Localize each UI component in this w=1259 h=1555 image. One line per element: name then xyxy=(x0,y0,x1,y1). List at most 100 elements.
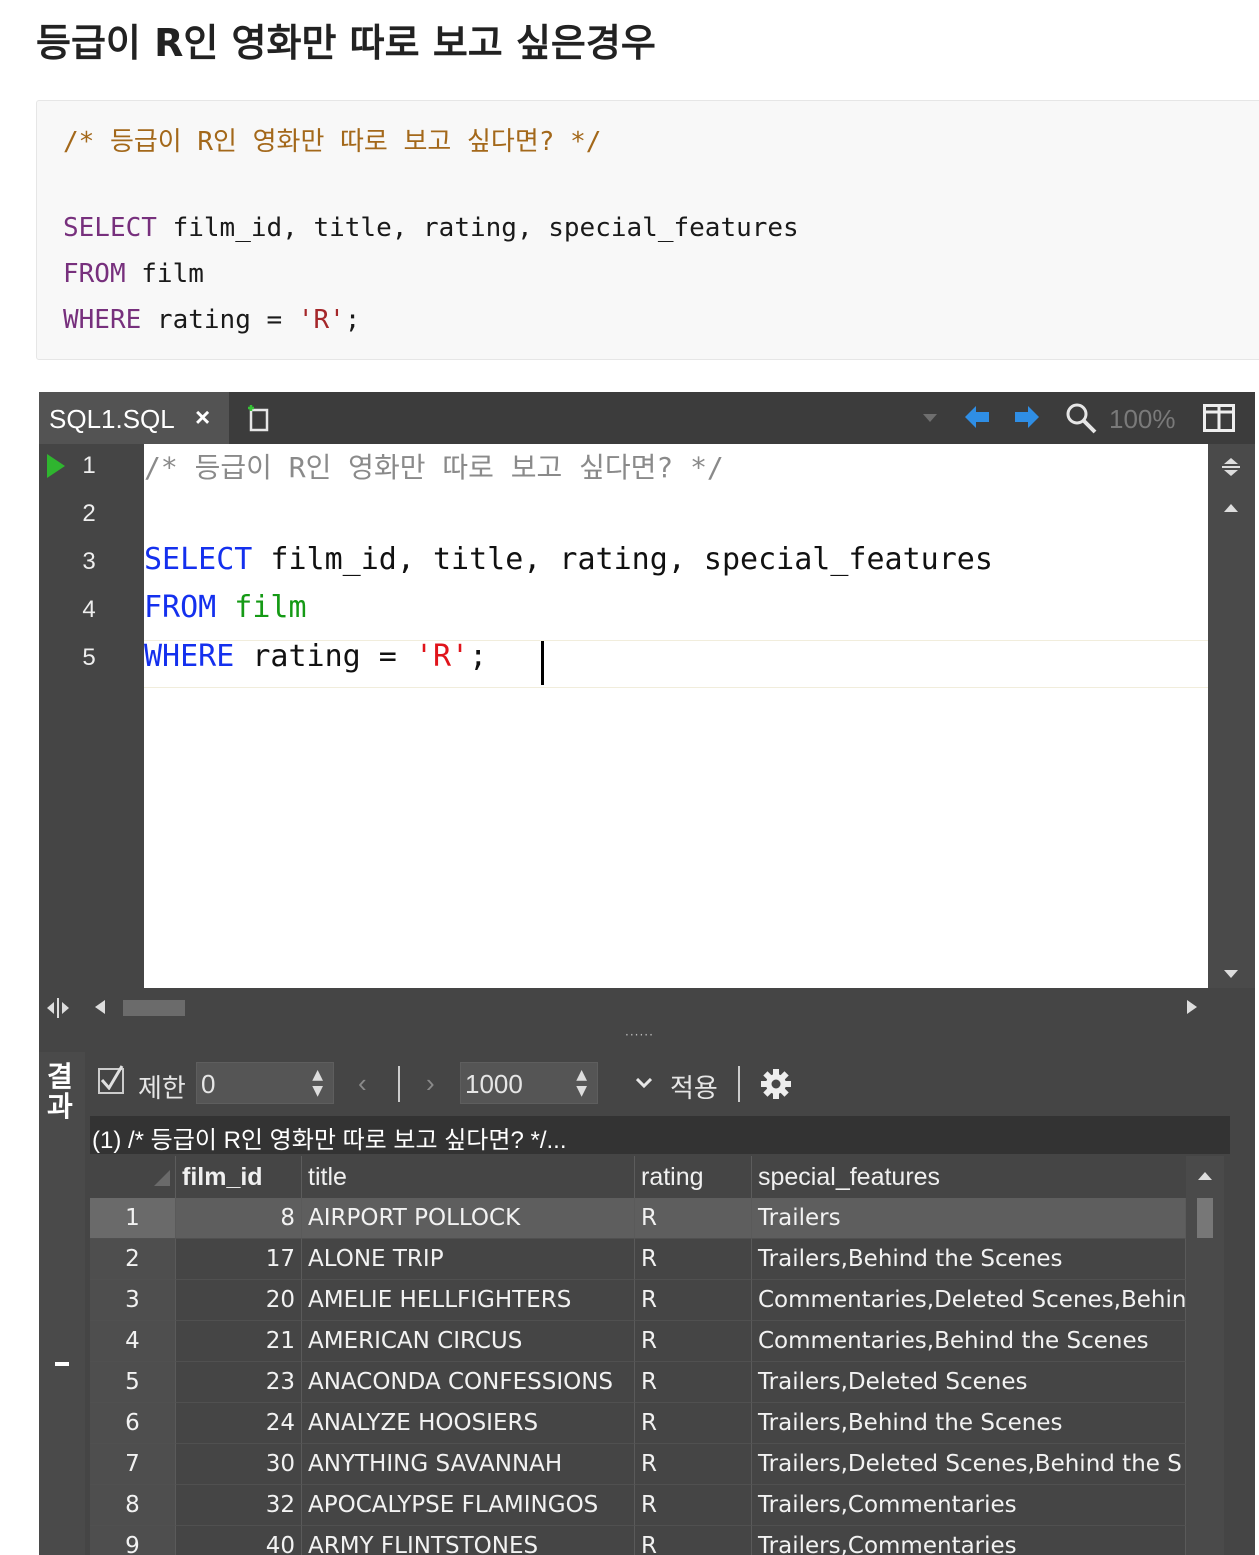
table-row[interactable]: 5 23 ANACONDA CONFESSIONS R Trailers,Deleted… xyxy=(90,1362,1186,1403)
gear-icon[interactable] xyxy=(760,1068,792,1100)
cell-title[interactable]: ANYTHING SAVANNAH xyxy=(302,1444,635,1485)
arrow-left-icon[interactable] xyxy=(965,406,989,428)
limit-checkbox[interactable] xyxy=(98,1065,124,1094)
cell-rating[interactable]: R xyxy=(635,1403,752,1444)
result-query-tab[interactable]: (1) /* 등급이 R인 영화만 따로 보고 싶다면? */... xyxy=(90,1116,1230,1154)
scroll-down-icon[interactable] xyxy=(1224,970,1238,978)
cell-title[interactable]: ANALYZE HOOSIERS xyxy=(302,1403,635,1444)
cell-rating[interactable]: R xyxy=(635,1362,752,1403)
row-number[interactable]: 3 xyxy=(90,1280,176,1321)
run-line-icon[interactable] xyxy=(47,454,65,478)
cell-title[interactable]: ANACONDA CONFESSIONS xyxy=(302,1362,635,1403)
table-row[interactable]: 8 32 APOCALYPSE FLAMINGOS R Trailers,Comment… xyxy=(90,1485,1186,1526)
cell-rating[interactable]: R xyxy=(635,1526,752,1555)
editor-horizontal-scrollbar[interactable] xyxy=(39,988,1255,1028)
split-handle-icon[interactable] xyxy=(47,998,69,1018)
expand-collapse-icon[interactable] xyxy=(1220,456,1242,478)
cell-film-id[interactable]: 20 xyxy=(176,1280,302,1321)
cell-title[interactable]: APOCALYPSE FLAMINGOS xyxy=(302,1485,635,1526)
scroll-left-icon[interactable] xyxy=(95,1000,105,1014)
scroll-right-icon[interactable] xyxy=(1187,1000,1197,1014)
previous-page-icon[interactable]: ‹ xyxy=(358,1068,367,1099)
cell-special-features[interactable]: Commentaries,Behind the Scenes xyxy=(752,1321,1186,1362)
stepper-arrows-icon[interactable]: ▲ ▼ xyxy=(312,1067,323,1099)
table-row[interactable]: 4 21 AMERICAN CIRCUS R Commentaries,Behind t… xyxy=(90,1321,1186,1362)
editor-text: ; xyxy=(469,639,488,674)
cell-film-id[interactable]: 32 xyxy=(176,1485,302,1526)
table-row[interactable]: 3 20 AMELIE HELLFIGHTERS R Commentaries,Dele… xyxy=(90,1280,1186,1321)
new-file-icon[interactable] xyxy=(247,404,269,432)
search-icon[interactable] xyxy=(1065,402,1097,434)
cell-rating[interactable]: R xyxy=(635,1198,752,1239)
sql-editor[interactable]: /* 등급이 R인 영화만 따로 보고 싶다면? */ SELECT film_… xyxy=(144,444,1208,988)
column-header[interactable]: title xyxy=(302,1156,635,1198)
cell-special-features[interactable]: Trailers,Deleted Scenes xyxy=(752,1362,1186,1403)
cell-film-id[interactable]: 17 xyxy=(176,1239,302,1280)
cell-special-features[interactable]: Trailers,Behind the Scenes xyxy=(752,1239,1186,1280)
table-row[interactable]: 1 8 AIRPORT POLLOCK R Trailers xyxy=(90,1198,1186,1239)
chevron-down-icon[interactable] xyxy=(636,1078,652,1088)
panel-splitter[interactable]: ······ xyxy=(625,1028,654,1042)
cell-title[interactable]: AMERICAN CIRCUS xyxy=(302,1321,635,1362)
cell-film-id[interactable]: 23 xyxy=(176,1362,302,1403)
cell-rating[interactable]: R xyxy=(635,1239,752,1280)
table-row[interactable]: 6 24 ANALYZE HOOSIERS R Trailers,Behind the … xyxy=(90,1403,1186,1444)
scroll-up-icon[interactable] xyxy=(1224,504,1238,512)
cell-special-features[interactable]: Trailers,Commentaries xyxy=(752,1526,1186,1555)
minimize-icon[interactable] xyxy=(55,1362,69,1366)
grid-corner[interactable] xyxy=(90,1156,176,1198)
row-number[interactable]: 1 xyxy=(90,1198,176,1239)
result-tab-label[interactable]: 결과 xyxy=(47,1062,77,1122)
cell-film-id[interactable]: 24 xyxy=(176,1403,302,1444)
row-number[interactable]: 2 xyxy=(90,1239,176,1280)
cell-title[interactable]: AIRPORT POLLOCK xyxy=(302,1198,635,1239)
row-number[interactable]: 8 xyxy=(90,1485,176,1526)
editor-keyword: SELECT xyxy=(144,542,253,577)
editor-keyword: WHERE xyxy=(144,639,235,674)
table-row[interactable]: 9 40 ARMY FLINTSTONES R Trailers,Commentarie… xyxy=(90,1526,1186,1555)
scrollbar-thumb[interactable] xyxy=(123,1000,185,1016)
limit-count-stepper[interactable]: 1000 ▲ ▼ xyxy=(460,1062,598,1104)
cell-film-id[interactable]: 40 xyxy=(176,1526,302,1555)
column-header[interactable]: film_id xyxy=(176,1156,302,1198)
tab-sql1[interactable]: SQL1.SQL × xyxy=(39,392,229,444)
row-number[interactable]: 5 xyxy=(90,1362,176,1403)
stepper-arrows-icon[interactable]: ▲ ▼ xyxy=(576,1067,587,1099)
cell-title[interactable]: ARMY FLINTSTONES xyxy=(302,1526,635,1555)
scrollbar-thumb[interactable] xyxy=(1197,1198,1213,1238)
column-header[interactable]: rating xyxy=(635,1156,752,1198)
cell-rating[interactable]: R xyxy=(635,1485,752,1526)
cell-special-features[interactable]: Trailers,Deleted Scenes,Behind the S xyxy=(752,1444,1186,1485)
cell-rating[interactable]: R xyxy=(635,1321,752,1362)
cell-film-id[interactable]: 8 xyxy=(176,1198,302,1239)
row-number[interactable]: 7 xyxy=(90,1444,176,1485)
next-page-icon[interactable]: › xyxy=(426,1068,435,1099)
row-number[interactable]: 9 xyxy=(90,1526,176,1555)
cell-title[interactable]: AMELIE HELLFIGHTERS xyxy=(302,1280,635,1321)
arrow-right-icon[interactable] xyxy=(1015,406,1039,428)
cell-special-features[interactable]: Trailers,Behind the Scenes xyxy=(752,1403,1186,1444)
column-header[interactable]: special_features xyxy=(752,1156,1186,1198)
dropdown-icon[interactable] xyxy=(923,414,937,424)
row-number[interactable]: 4 xyxy=(90,1321,176,1362)
cell-film-id[interactable]: 21 xyxy=(176,1321,302,1362)
cell-special-features[interactable]: Trailers,Commentaries xyxy=(752,1485,1186,1526)
close-icon[interactable]: × xyxy=(195,402,210,433)
cell-special-features[interactable]: Commentaries,Deleted Scenes,Behin xyxy=(752,1280,1186,1321)
table-row[interactable]: 2 17 ALONE TRIP R Trailers,Behind the Scenes xyxy=(90,1239,1186,1280)
cell-rating[interactable]: R xyxy=(635,1280,752,1321)
zoom-level[interactable]: 100% xyxy=(1109,404,1176,435)
table-row[interactable]: 7 30 ANYTHING SAVANNAH R Trailers,Deleted Sc… xyxy=(90,1444,1186,1485)
split-view-icon[interactable] xyxy=(1203,404,1235,432)
row-number[interactable]: 6 xyxy=(90,1403,176,1444)
scroll-up-icon[interactable] xyxy=(1198,1172,1212,1180)
grid-vertical-scrollbar[interactable] xyxy=(1186,1156,1224,1555)
line-number: 5 xyxy=(82,644,96,671)
limit-start-stepper[interactable]: 0 ▲ ▼ xyxy=(196,1062,334,1104)
apply-button[interactable]: 적용 xyxy=(670,1068,718,1105)
cell-title[interactable]: ALONE TRIP xyxy=(302,1239,635,1280)
editor-vertical-scrollbar[interactable] xyxy=(1208,444,1255,988)
cell-rating[interactable]: R xyxy=(635,1444,752,1485)
cell-film-id[interactable]: 30 xyxy=(176,1444,302,1485)
cell-special-features[interactable]: Trailers xyxy=(752,1198,1186,1239)
